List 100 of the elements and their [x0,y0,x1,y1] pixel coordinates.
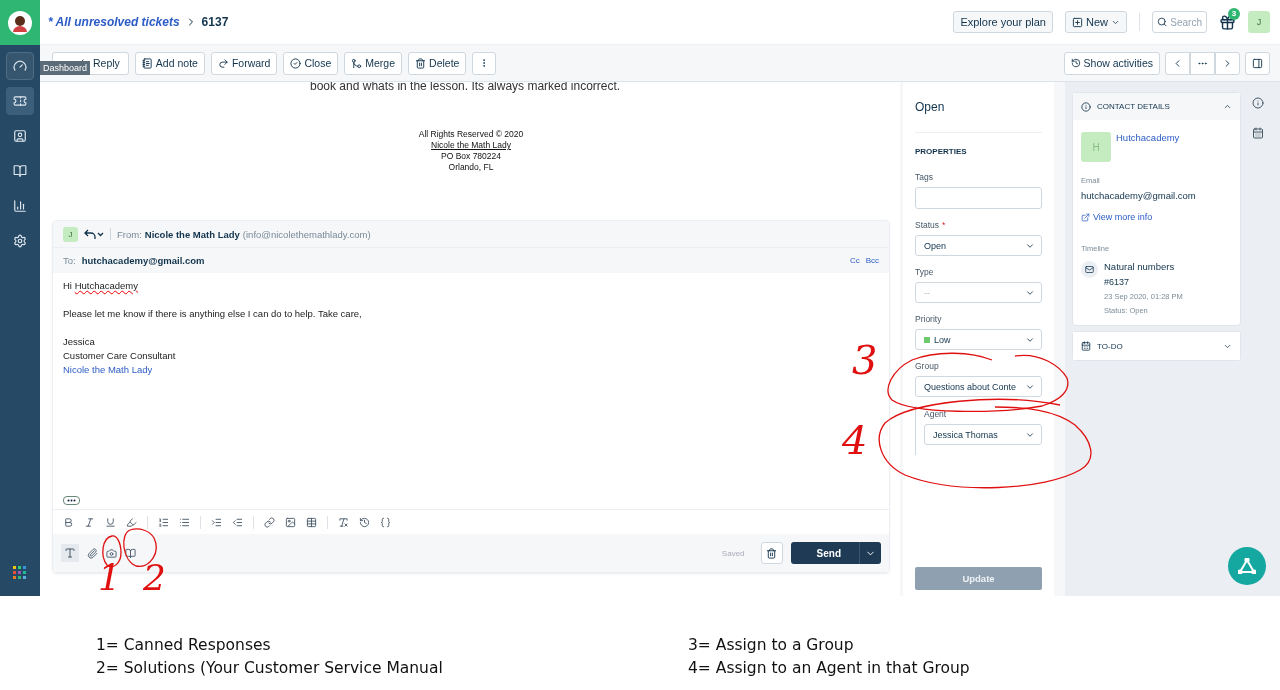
field-label: Status [915,220,940,230]
underline-icon[interactable] [105,516,116,528]
toolbar-button[interactable]: Delete [408,51,467,75]
status-title: Open [915,82,1042,133]
attachment-icon[interactable] [87,547,98,559]
notification-badge: 3 [1228,7,1240,20]
user-avatar[interactable]: J [1248,11,1270,33]
legend-text: 2= Solutions (Your Customer Service Manual [96,658,444,679]
merge-icon [351,57,363,69]
italic-icon[interactable] [84,516,95,528]
bcc-link[interactable]: Bcc [865,256,879,265]
body-text: Please let me know if there is anything else I can do to help. Take care, [63,307,363,321]
bullet-list-icon[interactable] [179,516,190,528]
sidebar-item[interactable] [6,52,34,80]
bar-chart-icon [13,199,27,213]
message-text: book and whats in the lesson. Its always marked incorrect. [309,82,622,95]
to-label: To: [63,255,76,266]
cc-link[interactable]: Cc [849,256,860,265]
from-name: Nicole the Math Lady [144,228,240,240]
select-field[interactable]: Questions about Conte [915,376,1042,397]
timeline-title[interactable]: Natural numbers [1104,261,1183,272]
note-icon [141,57,153,69]
todo-heading[interactable]: TO-DO [1097,341,1123,351]
saved-status: Saved [721,548,745,558]
field-label: Tags [915,172,933,182]
view-more-link[interactable]: View more info [1093,212,1153,222]
body-text: Jessica [63,335,96,349]
braces-icon[interactable] [380,516,391,528]
footer-text: Orlando, FL [448,162,494,173]
from-email: (info@nicolethemathlady.com) [242,228,371,240]
info-icon [1081,101,1091,112]
contact-icon [13,129,27,143]
ticket-number: 6137 [201,15,229,29]
panel-icon [1252,57,1263,69]
calendar-icon [1081,341,1091,351]
chevron-icon[interactable] [1223,102,1232,111]
toolbar-button[interactable]: Add note [134,51,205,75]
toolbar-button[interactable]: Forward [210,51,278,75]
panel-toggle-button[interactable] [1245,51,1270,75]
settings-icon [13,234,27,248]
history-icon[interactable] [359,516,370,528]
trash-icon [415,57,427,69]
image-icon[interactable] [285,516,296,528]
calendar-icon[interactable] [1252,127,1264,139]
toolbar-button[interactable]: Merge [344,51,403,75]
book-icon[interactable] [125,547,136,559]
field-label: Agent [924,409,947,419]
clear-format-icon[interactable] [338,516,349,528]
table-icon[interactable] [306,516,317,528]
apps-grid-icon[interactable] [13,566,27,580]
outdent-icon[interactable] [232,516,243,528]
external-link-icon [1081,212,1090,222]
bold-icon[interactable] [63,516,74,528]
numbered-list-icon[interactable] [158,516,169,528]
reply-icon[interactable] [84,228,104,240]
annotation-number: 2 [143,560,166,596]
history-icon [1070,58,1081,68]
show-activities-button[interactable]: Show activities [1063,51,1160,75]
contact-avatar: H [1081,132,1111,162]
footer-link[interactable]: Nicole the Math Lady [431,140,511,151]
contact-email: hutchacademy@gmail.com [1081,190,1197,201]
tags-field[interactable] [915,187,1042,209]
plus-icon [1072,16,1083,28]
more-button[interactable] [63,496,80,505]
footer-text: PO Box 780224 [441,151,501,162]
select-field[interactable]: Low [915,329,1042,350]
gift-icon[interactable] [1219,13,1236,31]
avatar-icon[interactable] [8,10,32,35]
breadcrumb-link[interactable]: * All unresolved tickets [48,15,180,29]
field-label: Priority [915,314,942,324]
send-button[interactable]: Send [790,542,881,564]
highlighter-icon[interactable] [126,516,137,528]
search-icon [1157,16,1168,28]
toolbar-button[interactable]: Close [283,51,339,75]
footer-text: All Rights Reserved © 2020 [418,129,524,140]
delete-button[interactable] [760,542,783,564]
explore-plan-button[interactable]: Explore your plan [953,11,1053,33]
ticket-id: #6137 [1104,277,1131,287]
annotation-number: 1 [98,560,121,596]
sidebar-item[interactable] [6,87,34,115]
contact-name[interactable]: Hutchacademy [1116,132,1180,162]
indent-icon[interactable] [211,516,222,528]
body-text: Customer Care Consultant [63,349,177,363]
camera-icon[interactable] [106,547,117,559]
greeting-text: Hi Hutchacademy [63,279,139,293]
gauge-icon [13,59,27,73]
select-field[interactable]: Open [915,235,1042,256]
font-button[interactable] [61,544,79,562]
new-button[interactable]: New [1065,11,1127,33]
legend-text: 3= Assign to a Group [688,635,855,656]
forward-icon [217,57,229,69]
triangle-nodes-icon [1238,558,1256,574]
select-field[interactable]: Jessica Thomas [924,424,1042,445]
tooltip: Dashboard [40,61,91,75]
contact-details-heading[interactable]: CONTACT DETAILS [1097,102,1170,111]
annotation-number: 3 [852,340,878,380]
from-label: From: [117,228,142,240]
properties-heading: PROPERTIES [915,147,968,156]
link-icon[interactable] [264,516,275,528]
info-icon[interactable] [1252,97,1264,109]
